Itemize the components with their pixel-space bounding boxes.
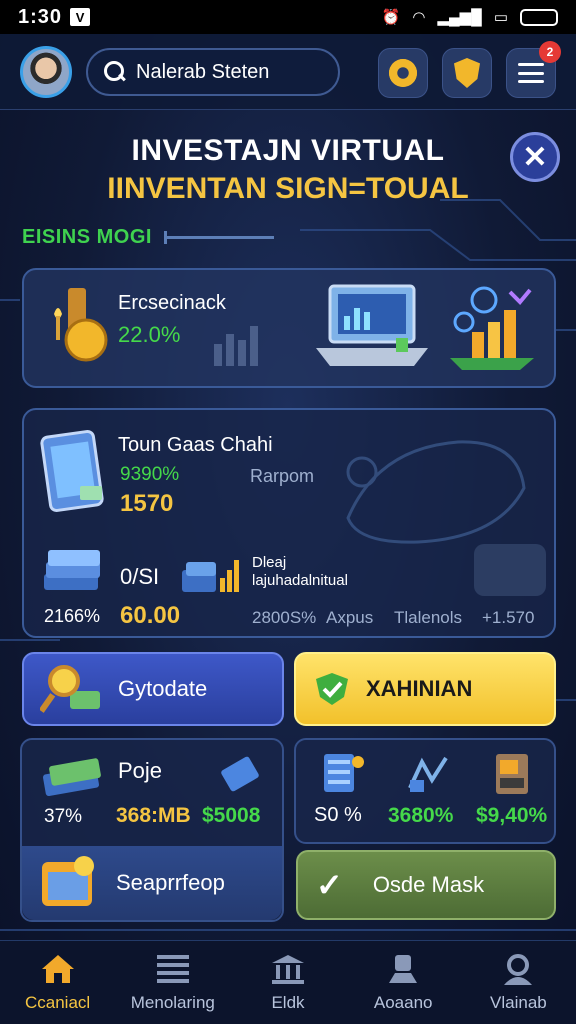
magnifier-money-icon [40, 665, 100, 713]
card2-thumb [474, 544, 546, 596]
tablet-icon [40, 430, 104, 512]
laptop-icon [316, 284, 428, 366]
cash-icon [42, 758, 101, 797]
panel-left-v1: 37% [44, 806, 83, 827]
card2-name: Toun Gaas Chahi [118, 434, 273, 456]
bank-icon [272, 954, 304, 984]
panel-left-v3: $5008 [202, 804, 261, 827]
puzzle-icon [408, 756, 448, 792]
watermark-shape [346, 440, 526, 544]
settings-button[interactable] [378, 48, 428, 98]
nav-label: Eldk [271, 992, 305, 1012]
close-mask-button[interactable]: ✓ Osde Mask [296, 850, 556, 920]
search-bar[interactable]: Nalerab Steten [86, 48, 340, 96]
card2-right-value: +1.570 [482, 608, 535, 627]
alarm-icon: ⏰ [381, 9, 401, 26]
card2-desc-line1: Dleaj [252, 554, 287, 571]
card2-tag: Rarpom [250, 466, 315, 486]
stats-panel-right: S0 % 3680% $9,40% [294, 738, 556, 844]
nav-item-profile[interactable]: Vlainab [461, 941, 576, 1024]
search-input[interactable]: Nalerab Steten [136, 61, 269, 84]
profile-icon [504, 953, 533, 985]
list-icon [156, 954, 189, 983]
app-header: Nalerab Steten 2 [0, 34, 576, 110]
battery-icon [520, 8, 558, 26]
card-icon [221, 756, 259, 792]
wifi-icon: ◠ [412, 9, 426, 26]
status-time: 1:30 [18, 5, 63, 28]
security-profile-row[interactable]: Seaprrfeop [22, 846, 282, 920]
card2-pct-left: 2166% [44, 606, 101, 626]
avatar[interactable] [20, 46, 72, 98]
status-bar: 1:30 V ⏰ ◠ ▂▄▆█ ▭ [0, 0, 576, 34]
card2-stat1: 9390% [120, 464, 180, 485]
update-button[interactable]: Gytodate [22, 652, 284, 726]
card2-mid-b: Axpus [326, 608, 374, 627]
card2-value: 60.00 [120, 602, 181, 629]
user-icon [389, 954, 418, 983]
home-icon [41, 954, 74, 983]
card2-mid-c: Tlalenols [394, 608, 463, 627]
panel-left-title: Poje [118, 758, 163, 783]
page-subtitle: IINVENTAN SIGN=TOUAL [107, 172, 469, 205]
signal-icon: ▂▄▆█ [437, 9, 482, 26]
security-button[interactable] [442, 48, 492, 98]
investment-card-detail[interactable]: Toun Gaas Chahi 9390% 1570 Rarpom 0/SI D… [22, 408, 556, 638]
close-icon: ✕ [522, 140, 548, 174]
close-mask-button-label: Osde Mask [372, 872, 485, 897]
vibrate-icon: ▭ [493, 9, 508, 26]
nav-label: Menolaring [130, 992, 215, 1012]
search-icon [104, 61, 126, 83]
stats-panel-left: Poje 37% 368:MB $5008 Seaprrfeop [20, 738, 284, 922]
cash-stack-icon [44, 550, 100, 590]
card2-stat2: 1570 [120, 490, 174, 517]
bottom-navigation: Ccaniacl Menolaring Eldk Aoaano Vlainab [0, 940, 576, 1024]
check-icon: ✓ [316, 867, 343, 903]
shield-icon [454, 58, 480, 88]
nav-item-home[interactable]: Ccaniacl [0, 941, 115, 1024]
card2-mid-a: 2800S% [252, 608, 317, 627]
card2-row-label: 0/SI [120, 564, 160, 589]
status-badge: V [70, 8, 91, 26]
nav-item-bank[interactable]: Eldk [230, 941, 345, 1024]
server-icon [324, 754, 364, 792]
panel-left-v2: 368:MB [116, 804, 191, 827]
menu-icon [518, 63, 544, 83]
bar-chart-icon [214, 326, 258, 366]
nav-label: Vlainab [490, 992, 547, 1012]
section-label: EISINS MOGI [22, 226, 152, 248]
menu-button[interactable]: 2 [506, 41, 561, 98]
nav-item-monitoring[interactable]: Menolaring [115, 941, 230, 1024]
card2-desc-line2: lajuhadalnitual [252, 572, 348, 589]
page-title: INVESTAJN VIRTUAL [131, 134, 445, 167]
confirm-button[interactable]: XAHINIAN [294, 652, 556, 726]
nav-label: Ccaniacl [25, 992, 91, 1012]
gear-icon [389, 59, 417, 87]
card1-name: Ercsecinack [118, 292, 226, 314]
notification-badge: 2 [539, 41, 561, 63]
coin-torch-icon [54, 288, 108, 362]
nav-item-account[interactable]: Aoaano [346, 941, 461, 1024]
panel-right-v2: 3680% [388, 804, 454, 827]
investment-card-top[interactable]: Ercsecinack 22.0% [22, 268, 556, 388]
growth-chart-icon [450, 286, 534, 370]
card1-percent: 22.0% [118, 322, 181, 347]
folder-coin-icon [42, 856, 94, 906]
panel-right-v3: $9,40% [476, 804, 548, 827]
nav-label: Aoaano [373, 992, 433, 1012]
confirm-button-label: XAHINIAN [366, 676, 473, 701]
check-shield-icon [316, 673, 348, 705]
money-chart-icon [182, 560, 239, 592]
drive-icon [496, 754, 528, 794]
panel-left-bottom-label: Seaprrfeop [116, 870, 225, 895]
update-button-label: Gytodate [118, 676, 208, 701]
section-divider [164, 231, 274, 244]
close-button[interactable]: ✕ [510, 132, 560, 182]
panel-right-v1: S0 % [314, 804, 362, 826]
